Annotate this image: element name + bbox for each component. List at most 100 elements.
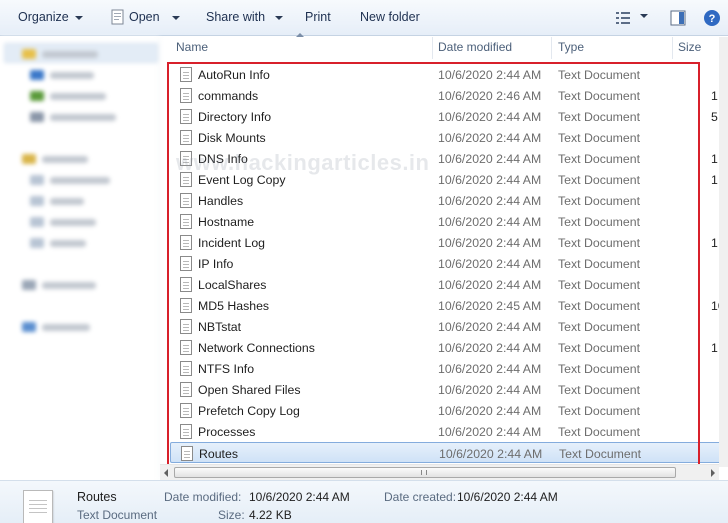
videos-icon: [30, 238, 44, 248]
vertical-scrollbar[interactable]: [719, 37, 728, 467]
text-file-icon: [180, 130, 192, 145]
file-name: NBTstat: [198, 320, 242, 334]
scrollbar-thumb[interactable]: [174, 467, 676, 478]
preview-pane-icon[interactable]: [670, 10, 686, 29]
file-row[interactable]: LocalShares 10/6/2020 2:44 AM Text Documen…: [170, 274, 728, 295]
file-type: Text Document: [558, 173, 641, 187]
horizontal-scrollbar[interactable]: [160, 464, 719, 480]
column-header-name[interactable]: Name: [176, 37, 426, 59]
column-header-date-modified[interactable]: Date modified: [438, 37, 548, 59]
file-row[interactable]: Hostname 10/6/2020 2:44 AM Text Document: [170, 211, 728, 232]
file-row[interactable]: Open Shared Files 10/6/2020 2:44 AM Text D…: [170, 379, 728, 400]
nav-computer[interactable]: [22, 279, 96, 291]
libraries-icon: [22, 154, 36, 164]
open-button[interactable]: Open: [129, 10, 180, 24]
file-date-modified: 10/6/2020 2:44 AM: [438, 236, 542, 250]
organize-button[interactable]: Organize: [18, 10, 83, 24]
nav-libraries[interactable]: [22, 153, 88, 165]
text-file-icon: [180, 109, 192, 124]
file-size: 1: [711, 89, 718, 103]
text-file-icon: [181, 446, 193, 461]
file-type: Text Document: [559, 447, 642, 461]
file-name: Network Connections: [198, 341, 315, 355]
text-file-icon: [180, 214, 192, 229]
file-date-modified: 10/6/2020 2:44 AM: [439, 447, 543, 461]
views-chevron-down-icon[interactable]: [640, 14, 648, 18]
file-row[interactable]: Handles 10/6/2020 2:44 AM Text Document: [170, 190, 728, 211]
file-name: AutoRun Info: [198, 68, 270, 82]
file-name: Routes: [199, 447, 238, 461]
nav-documents[interactable]: [30, 174, 110, 186]
text-file-icon: [180, 340, 192, 355]
views-icon[interactable]: [615, 11, 631, 28]
nav-desktop[interactable]: [30, 69, 94, 81]
file-type: Text Document: [558, 194, 641, 208]
print-button[interactable]: Print: [305, 10, 331, 24]
text-file-icon: [180, 298, 192, 313]
file-size: 1: [711, 236, 718, 250]
file-type: Text Document: [558, 362, 641, 376]
file-row[interactable]: Incident Log 10/6/2020 2:44 AM Text Docume…: [170, 232, 728, 253]
file-row[interactable]: IP Info 10/6/2020 2:44 AM Text Document: [170, 253, 728, 274]
file-date-modified: 10/6/2020 2:44 AM: [438, 173, 542, 187]
file-date-modified: 10/6/2020 2:44 AM: [438, 194, 542, 208]
details-date-created-value: 10/6/2020 2:44 AM: [457, 490, 558, 504]
file-date-modified: 10/6/2020 2:44 AM: [438, 425, 542, 439]
nav-pictures[interactable]: [30, 216, 96, 228]
column-header-size[interactable]: Size: [678, 37, 718, 59]
file-row[interactable]: Network Connections 10/6/2020 2:44 AM Text…: [170, 337, 728, 358]
file-type: Text Document: [558, 383, 641, 397]
file-date-modified: 10/6/2020 2:44 AM: [438, 383, 542, 397]
column-divider[interactable]: [672, 37, 673, 59]
text-file-icon: [180, 319, 192, 334]
file-type: Text Document: [558, 215, 641, 229]
file-row[interactable]: commands 10/6/2020 2:46 AM Text Document 1: [170, 85, 728, 106]
file-name: Handles: [198, 194, 244, 208]
share-with-button[interactable]: Share with: [206, 10, 284, 24]
file-row[interactable]: NTFS Info 10/6/2020 2:44 AM Text Document: [170, 358, 728, 379]
downloads-icon: [30, 91, 44, 101]
command-bar: Organize Open Share with Print New folde…: [0, 0, 728, 36]
file-size: 1: [711, 152, 718, 166]
details-date-modified-value: 10/6/2020 2:44 AM: [249, 490, 350, 504]
nav-recent-places[interactable]: [30, 111, 116, 123]
file-type: Text Document: [558, 299, 641, 313]
file-name: Prefetch Copy Log: [198, 404, 300, 418]
text-file-icon: [180, 424, 192, 439]
column-divider[interactable]: [432, 37, 433, 59]
file-row[interactable]: MD5 Hashes 10/6/2020 2:45 AM Text Document…: [170, 295, 728, 316]
scroll-right-icon[interactable]: [711, 469, 715, 477]
chevron-down-icon: [275, 15, 284, 20]
file-row[interactable]: Disk Mounts 10/6/2020 2:44 AM Text Documen…: [170, 127, 728, 148]
text-document-icon: [23, 490, 53, 523]
documents-icon: [30, 175, 44, 185]
file-type: Text Document: [558, 110, 641, 124]
nav-music[interactable]: [30, 195, 84, 207]
file-row[interactable]: Prefetch Copy Log 10/6/2020 2:44 AM Text D…: [170, 400, 728, 421]
nav-downloads[interactable]: [30, 90, 106, 102]
nav-network[interactable]: [22, 321, 90, 333]
chevron-down-icon: [74, 15, 83, 20]
file-list: AutoRun Info 10/6/2020 2:44 AM Text Docume…: [170, 64, 728, 463]
scroll-left-icon[interactable]: [164, 469, 168, 477]
text-file-icon: [180, 277, 192, 292]
file-row[interactable]: NBTstat 10/6/2020 2:44 AM Text Document: [170, 316, 728, 337]
details-date-modified-label: Date modified:: [164, 490, 242, 504]
file-row[interactable]: AutoRun Info 10/6/2020 2:44 AM Text Docume…: [170, 64, 728, 85]
file-type: Text Document: [558, 152, 641, 166]
file-type: Text Document: [558, 341, 641, 355]
open-file-icon: [110, 9, 126, 28]
network-icon: [22, 322, 36, 332]
file-type: Text Document: [558, 131, 641, 145]
file-row[interactable]: Processes 10/6/2020 2:44 AM Text Document: [170, 421, 728, 442]
column-divider[interactable]: [551, 37, 552, 59]
file-name: Open Shared Files: [198, 383, 301, 397]
file-row[interactable]: Routes 10/6/2020 2:44 AM Text Document: [170, 442, 728, 463]
file-name: Directory Info: [198, 110, 272, 124]
new-folder-button[interactable]: New folder: [360, 10, 420, 24]
help-icon[interactable]: ?: [703, 9, 721, 30]
column-header-type[interactable]: Type: [558, 37, 668, 59]
file-row[interactable]: Directory Info 10/6/2020 2:44 AM Text Docu…: [170, 106, 728, 127]
nav-videos[interactable]: [30, 237, 86, 249]
nav-favorites[interactable]: [22, 48, 98, 60]
